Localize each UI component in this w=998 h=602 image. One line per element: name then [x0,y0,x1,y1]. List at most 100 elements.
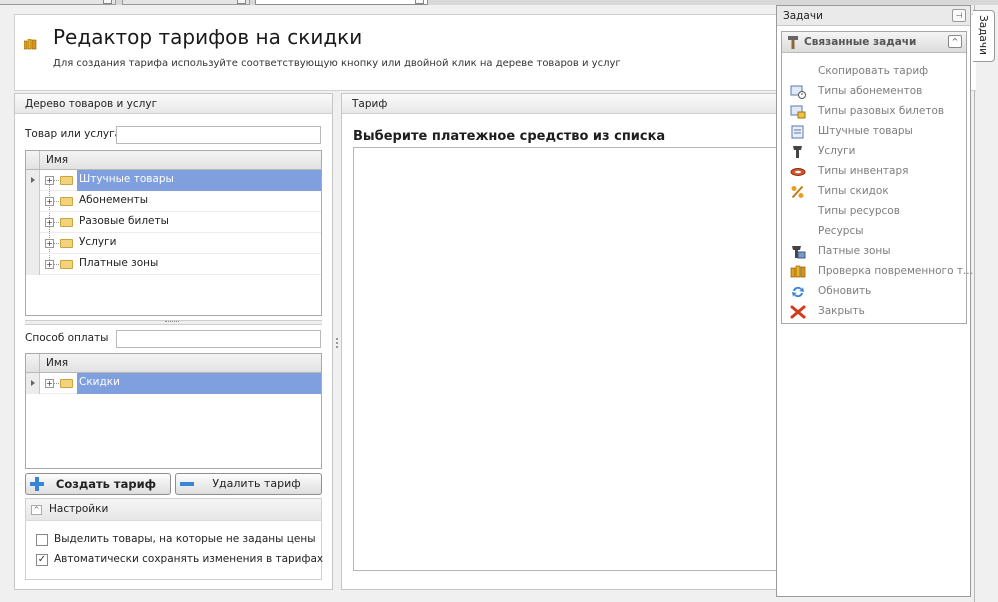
task-label: Штучные товары [818,125,913,137]
expand-icon[interactable]: + [45,218,54,227]
settings-title: Настройки [49,503,109,515]
expand-icon[interactable]: + [45,239,54,248]
current-row-arrow-icon [31,380,35,386]
expand-icon[interactable]: + [45,260,54,269]
tree-row-label: Платные зоны [79,257,159,269]
create-tariff-label: Создать тариф [55,477,157,491]
folder-icon [60,379,73,388]
task-time-tariff-check[interactable]: Проверка повременного т... [782,262,973,282]
vertical-splitter[interactable] [334,98,340,593]
row-indicator [26,212,40,233]
tree-row-label: Скидки [79,376,120,388]
product-filter-label: Товар или услуга [25,128,122,140]
task-zones[interactable]: Патные зоны [782,242,966,262]
row-indicator [26,233,40,254]
tasks-side-tab-label: Задачи [977,15,989,55]
product-filter-row: Товар или услуга [25,126,323,144]
product-tree-panel: Дерево товаров и услуг Товар или услуга … [14,93,333,590]
task-label: Типы инвентаря [818,165,909,177]
grid-header-indicator [26,354,40,372]
expand-icon[interactable]: + [45,379,54,388]
row-indicator [26,254,40,275]
payment-filter-input[interactable] [116,330,321,348]
pin-icon[interactable]: ⊣ [952,9,966,22]
task-label: Услуги [818,145,856,157]
folder-icon [60,197,73,206]
checkbox-label: Выделить товары, на которые не заданы це… [54,533,316,545]
task-label: Ресурсы [818,225,864,237]
task-items[interactable]: Штучные товары [782,122,966,142]
tasks-pane-title: Задачи [783,10,823,22]
task-services[interactable]: Услуги [782,142,966,162]
tree-row[interactable]: + Штучные товары [26,170,321,191]
tasks-pane: Задачи ⊣ Связанные задачи ^ Скопировать … [776,5,973,597]
tasks-side-tab[interactable]: Задачи [973,10,995,62]
tab-close-icon[interactable] [237,0,246,4]
row-indicator [26,170,40,191]
task-label: Патные зоны [818,245,891,257]
hammer-icon [788,36,798,49]
product-filter-input[interactable] [116,126,321,144]
current-row-arrow-icon [31,177,35,183]
related-tasks-header[interactable]: Связанные задачи ^ [782,32,966,53]
tab-close-icon[interactable] [103,0,112,4]
items-icon [791,125,804,139]
task-label: Скопировать тариф [818,65,929,77]
subscription-types-icon [790,85,806,99]
tab-close-icon[interactable] [415,0,424,4]
row-indicator [26,191,40,212]
checkbox-autosave[interactable]: ✓ [36,554,48,566]
task-label: Обновить [818,285,872,297]
tree-row-label: Разовые билеты [79,215,169,227]
checkbox-highlight-unpriced[interactable] [36,534,48,546]
tree-row[interactable]: + Разовые билеты [26,212,321,233]
collapse-icon[interactable]: ^ [31,505,42,515]
column-header-name[interactable]: Имя [46,154,68,166]
settings-section: ^ Настройки Выделить товары, на которые … [25,498,324,580]
row-indicator [26,373,40,394]
task-inventory-types[interactable]: Типы инвентаря [782,162,966,182]
tree-row[interactable]: + Услуги [26,233,321,254]
expand-icon[interactable]: + [45,197,54,206]
tariff-empty-message: Выберите платежное средство из списка [353,129,666,144]
task-refresh[interactable]: Обновить [782,282,966,302]
tree-row[interactable]: + Абонементы [26,191,321,212]
tariff-panel: Тариф Выберите платежное средство из спи… [341,93,777,590]
tariff-panel-title: Тариф [342,94,777,114]
folder-icon [60,260,73,269]
page-title: Редактор тарифов на скидки [53,25,363,49]
task-label: Типы скидок [818,185,889,197]
tree-row-label: Абонементы [79,194,149,206]
collapse-icon[interactable]: ^ [948,35,962,48]
task-discount-types[interactable]: Типы скидок [782,182,966,202]
task-ticket-types[interactable]: Типы разовых билетов [782,102,966,122]
zones-icon [792,246,806,259]
delete-tariff-button[interactable]: Удалить тариф [175,473,322,495]
tree-row[interactable]: + Скидки [26,373,321,394]
tree-row-label: Штучные товары [79,173,174,185]
close-icon [790,305,806,319]
tariff-coins-icon [24,39,37,50]
grid-header: Имя [26,354,321,373]
task-resources[interactable]: Ресурсы [782,222,966,242]
task-close[interactable]: Закрыть [782,302,966,322]
create-tariff-button[interactable]: Создать тариф [25,473,171,495]
task-resource-types[interactable]: Типы ресурсов [782,202,966,222]
folder-icon [60,176,73,185]
horizontal-splitter[interactable] [25,320,322,325]
product-tree-grid: Имя + Штучные товары + Абонементы + Разо… [25,150,322,316]
column-header-name[interactable]: Имя [46,357,68,369]
payment-filter-row: Способ оплаты [25,330,323,348]
tree-row-label: Услуги [79,236,117,248]
checkbox-label: Автоматически сохранять изменения в тари… [54,553,324,565]
task-copy-tariff[interactable]: Скопировать тариф [782,62,966,82]
services-icon [793,146,802,158]
task-subscription-types[interactable]: Типы абонементов [782,82,966,102]
related-tasks-title: Связанные задачи [804,36,917,48]
settings-header[interactable]: ^ Настройки [26,499,321,521]
page-subtitle: Для создания тарифа используйте соответс… [53,58,621,69]
expand-icon[interactable]: + [45,176,54,185]
grid-header: Имя [26,151,321,170]
tariff-editor-area [353,147,777,571]
tree-row[interactable]: + Платные зоны [26,254,321,275]
